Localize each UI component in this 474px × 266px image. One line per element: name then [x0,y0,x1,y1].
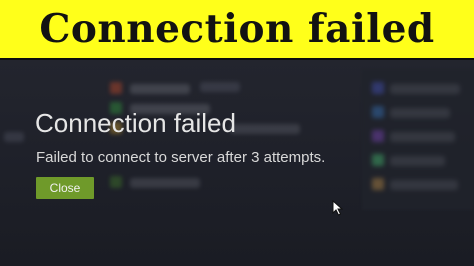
background-side-panel [362,70,474,210]
background-text [390,84,460,94]
dialog-title: Connection failed [35,108,236,138]
connection-failed-dialog: Connection failed Failed to connect to s… [22,100,367,210]
background-icon [372,130,384,142]
dialog-message: Failed to connect to server after 3 atte… [36,149,326,166]
background-icon [372,106,384,118]
screenshot-frame: Connection failed Connection failed Fail… [0,0,474,266]
background-icon [372,82,384,94]
background-text [130,84,190,94]
mouse-pointer-icon [332,200,344,216]
background-icon [372,178,384,190]
title-banner: Connection failed [0,0,474,60]
background-icon [372,154,384,166]
background-icon [110,82,122,94]
close-button[interactable]: Close [36,177,94,199]
background-text [390,180,458,190]
background-text [390,108,450,118]
background-text [390,132,455,142]
background-text [4,132,24,142]
background-text [390,156,445,166]
background-text [200,82,240,92]
banner-title: Connection failed [39,6,435,52]
